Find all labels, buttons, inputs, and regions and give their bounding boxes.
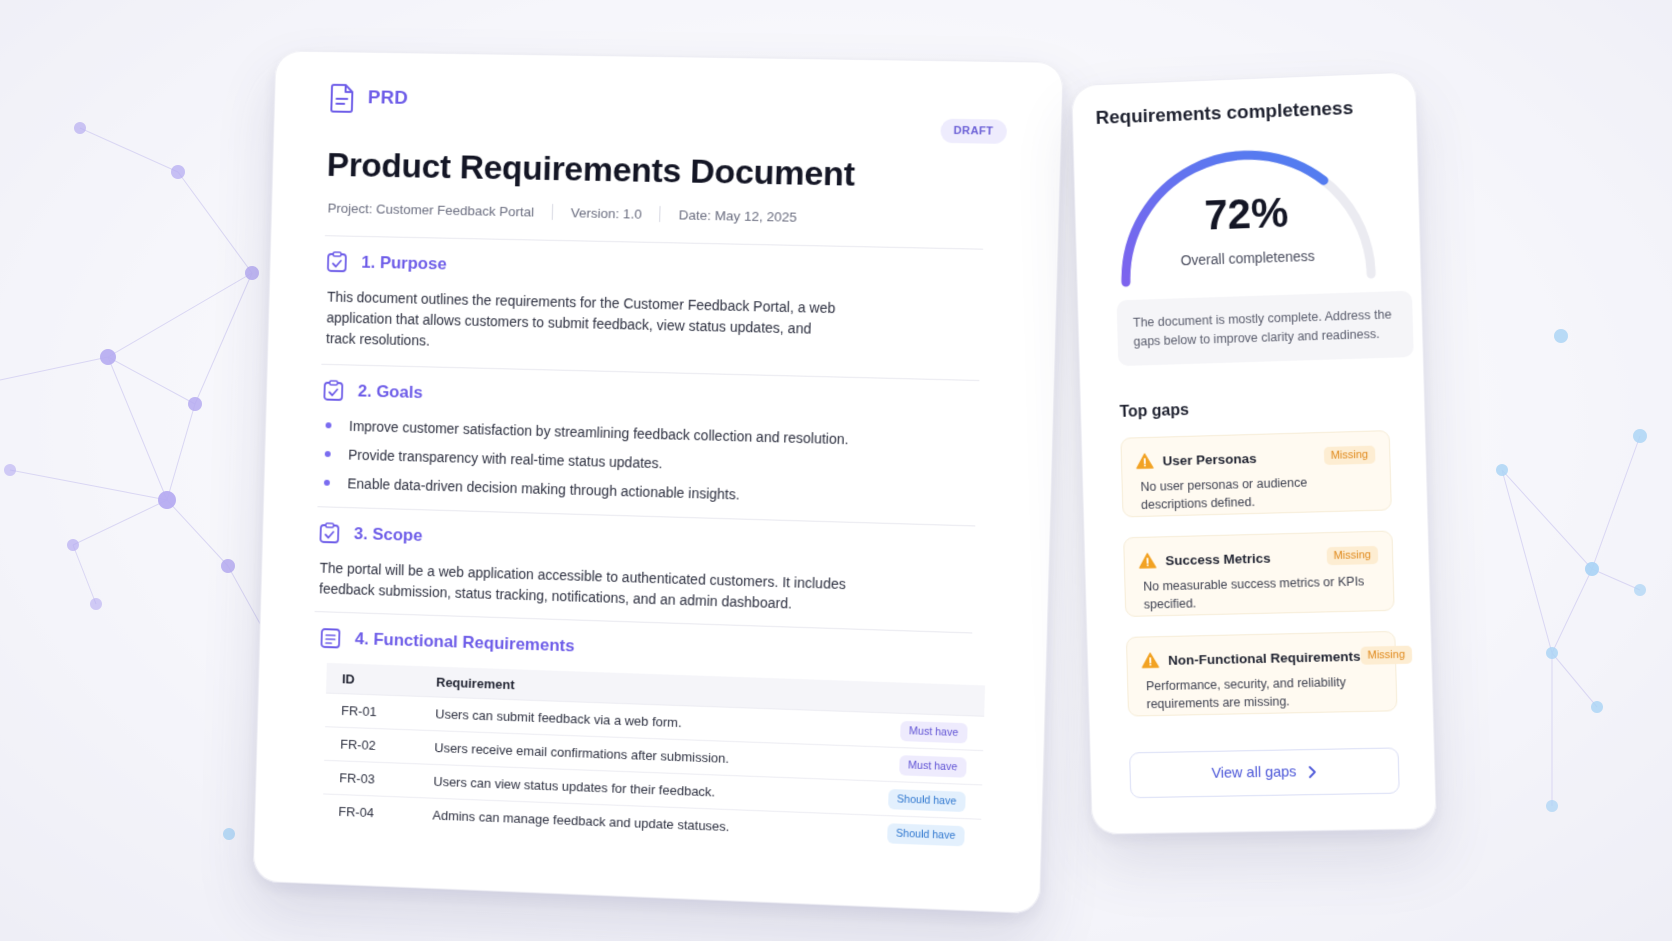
section-purpose-body: This document outlines the requirements … [325, 288, 836, 349]
requirements-table: ID Requirement FR-01 Users can submit fe… [322, 662, 986, 854]
meta-version: Version: 1.0 [570, 204, 642, 222]
gap-description: No measurable success metrics or KPIs sp… [1143, 574, 1365, 612]
panel-title: Requirements completeness [1095, 97, 1354, 129]
section-purpose-title: 1. Purpose [361, 252, 447, 274]
checklist-icon [326, 251, 348, 273]
warning-icon [1141, 652, 1159, 668]
gap-description: Performance, security, and reliability r… [1145, 675, 1347, 712]
priority-badge: Must have [898, 754, 967, 778]
section-divider [321, 363, 980, 382]
req-id: FR-03 [323, 760, 419, 798]
priority-badge: Should have [886, 822, 965, 846]
warning-icon [1138, 552, 1156, 568]
section-functional-heading: 4. Functional Requirements [319, 627, 575, 657]
doc-brand: PRD [367, 87, 409, 109]
gap-status-badge: Missing [1323, 445, 1376, 466]
checklist-icon [318, 522, 340, 544]
completeness-panel: Requirements completeness 72% Overall co… [1071, 71, 1438, 835]
priority-badge: Must have [899, 720, 968, 743]
view-all-gaps-button[interactable]: View all gaps [1129, 747, 1400, 799]
meta-project: Project: Customer Feedback Portal [327, 200, 535, 220]
gap-status-badge: Missing [1326, 545, 1379, 566]
page-title: Product Requirements Document [326, 146, 856, 194]
section-goals-heading: 2. Goals [322, 380, 423, 404]
gap-status-badge: Missing [1360, 645, 1413, 665]
meta-divider [551, 203, 554, 220]
gap-card-user-personas[interactable]: User Personas Missing No user personas o… [1120, 430, 1392, 518]
req-id: FR-02 [324, 726, 420, 764]
goals-list: Improve customer satisfaction by streaml… [322, 415, 962, 520]
req-id: FR-04 [322, 793, 418, 831]
column-header-id: ID [326, 662, 421, 697]
req-id: FR-01 [325, 693, 421, 731]
section-purpose-heading: 1. Purpose [326, 251, 447, 275]
list-icon [319, 627, 341, 649]
completeness-note: The document is mostly complete. Address… [1116, 290, 1414, 367]
section-scope-heading: 3. Scope [318, 522, 423, 547]
column-header-priority [860, 681, 986, 717]
meta-date: Date: May 12, 2025 [678, 206, 798, 225]
gap-description: No user personas or audience description… [1140, 475, 1308, 512]
gap-card-success-metrics[interactable]: Success Metrics Missing No measurable su… [1123, 530, 1395, 617]
section-functional-title: 4. Functional Requirements [354, 629, 575, 656]
section-scope-body: The portal will be a web application acc… [318, 559, 847, 612]
doc-header: PRD [328, 83, 408, 114]
priority-badge: Should have [887, 788, 966, 812]
chevron-right-icon [1306, 765, 1316, 779]
section-scope-title: 3. Scope [353, 524, 423, 546]
doc-meta: Project: Customer Feedback Portal Versio… [327, 200, 797, 225]
gap-name: User Personas [1162, 450, 1257, 468]
checklist-icon [322, 380, 344, 402]
gap-name: Non-Functional Requirements [1167, 648, 1361, 668]
warning-icon [1136, 453, 1154, 469]
prd-document-card: PRD DRAFT Product Requirements Document … [252, 50, 1064, 915]
status-badge: DRAFT [939, 118, 1008, 144]
top-gaps-title: Top gaps [1119, 401, 1190, 421]
document-icon [328, 83, 356, 113]
gap-card-non-functional-requirements[interactable]: Non-Functional Requirements Missing Perf… [1125, 630, 1413, 717]
section-goals-title: 2. Goals [357, 381, 423, 403]
meta-divider [659, 206, 661, 223]
section-divider [324, 235, 984, 250]
gap-name: Success Metrics [1165, 550, 1271, 568]
view-all-gaps-label: View all gaps [1211, 764, 1297, 782]
